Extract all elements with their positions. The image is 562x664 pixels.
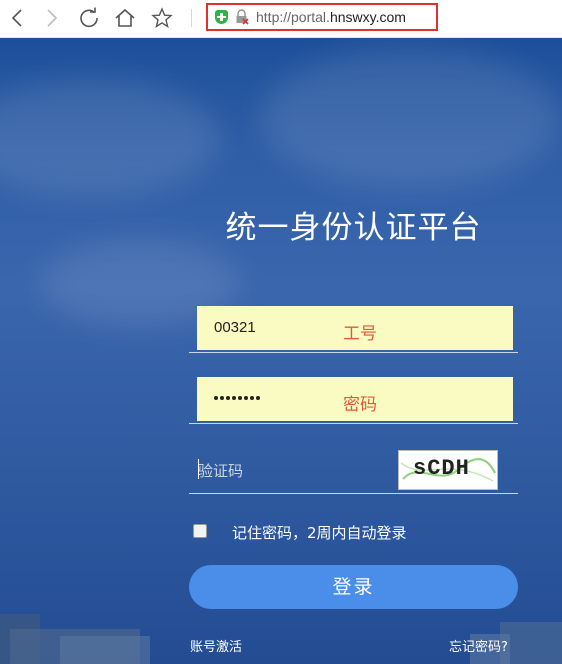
captcha-field[interactable]: 验证码 sCDH [189,447,518,494]
remember-label: 记住密码，2周内自动登录 [232,524,407,542]
password-mask [214,396,260,400]
username-hint: 工号 [343,324,377,344]
background-cloud [0,78,220,198]
captcha-placeholder: 验证码 [198,462,244,480]
insecure-lock-icon[interactable] [235,9,249,25]
page-title: 统一身份认证平台 [225,210,482,246]
browser-toolbar: http://portal.hnswxy.com [0,0,562,38]
home-icon[interactable] [113,6,137,30]
captcha-image[interactable]: sCDH [398,450,498,490]
remember-checkbox[interactable] [193,524,207,538]
password-dot [244,396,248,400]
toolbar-separator [191,9,192,27]
password-dot [238,396,242,400]
background-cloud [260,48,560,188]
password-dot [214,396,218,400]
address-url: http://portal.hnswxy.com [256,9,406,25]
password-input[interactable]: 密码 [197,377,513,421]
username-input[interactable]: 00321 工号 [197,306,513,350]
forward-icon[interactable] [40,6,64,30]
password-dot [256,396,260,400]
password-dot [232,396,236,400]
favorite-star-icon[interactable] [150,6,174,30]
refresh-icon[interactable] [77,6,101,30]
forgot-password-link[interactable]: 忘记密码? [449,636,508,655]
back-icon[interactable] [5,6,29,30]
captcha-text: sCDH [413,456,470,481]
password-dot [250,396,254,400]
password-dot [220,396,224,400]
password-hint: 密码 [343,395,377,415]
password-field[interactable]: 密码 [189,377,518,424]
username-field[interactable]: 00321 工号 [189,306,518,353]
login-button[interactable]: 登录 [189,565,518,609]
username-value: 00321 [214,319,256,336]
security-shield-icon [215,10,228,24]
account-activate-link[interactable]: 账号激活 [190,636,242,655]
address-bar[interactable]: http://portal.hnswxy.com [206,3,438,31]
password-dot [226,396,230,400]
